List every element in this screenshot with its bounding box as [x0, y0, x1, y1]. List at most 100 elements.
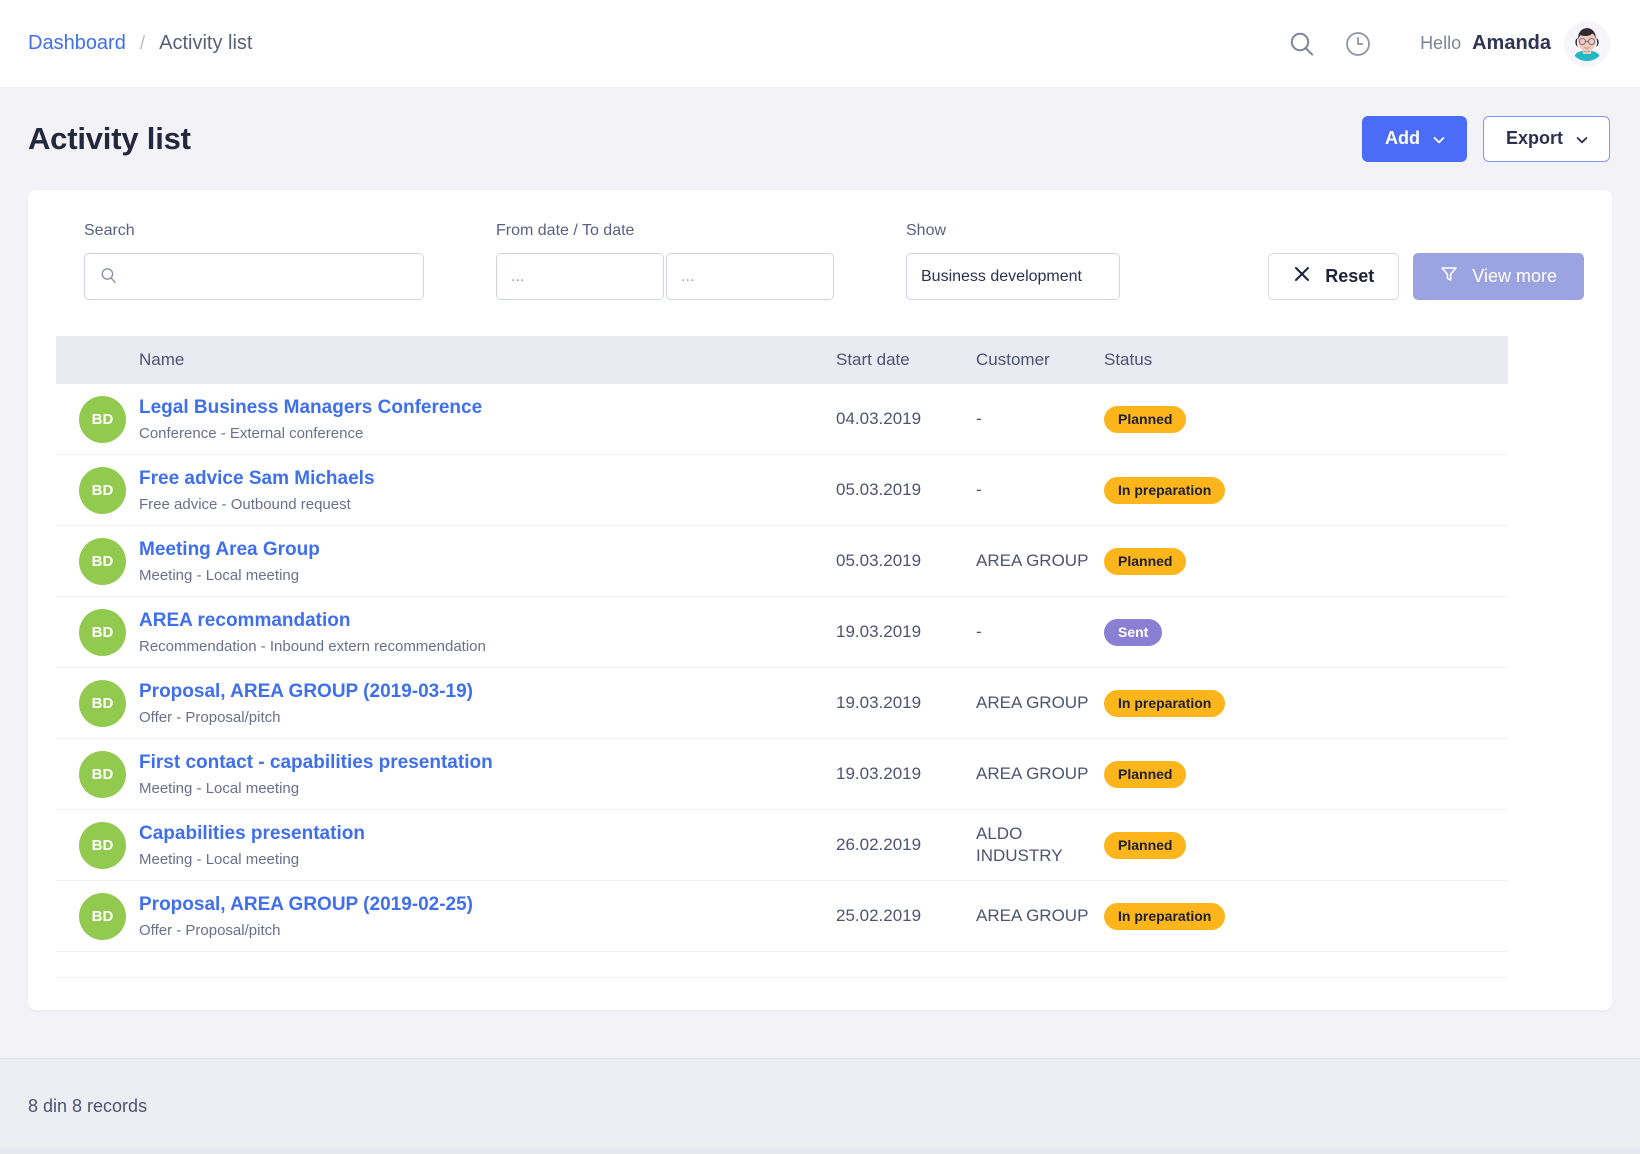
filter-icon	[1440, 265, 1458, 288]
row-name-cell: Proposal, AREA GROUP (2019-02-25) Offer -…	[139, 893, 836, 940]
activity-subtitle: Free advice - Outbound request	[139, 496, 351, 514]
row-status-cell: Planned	[1104, 405, 1508, 433]
activity-type-avatar: BD	[79, 821, 126, 869]
date-filter-group: From date / To date	[496, 222, 834, 300]
activity-name-link[interactable]: AREA recommandation	[139, 609, 836, 633]
breadcrumb-separator: /	[139, 33, 146, 54]
row-avatar-cell: BD	[56, 395, 139, 443]
activity-subtitle: Meeting - Local meeting	[139, 567, 300, 585]
table-row[interactable]: BD Legal Business Managers Conference Conf…	[56, 384, 1508, 455]
status-badge: In preparation	[1104, 902, 1226, 930]
table-row[interactable]: BD Proposal, AREA GROUP (2019-03-19) Offer…	[56, 668, 1508, 739]
row-status-cell: In preparation	[1104, 902, 1508, 930]
breadcrumb-dashboard-link[interactable]: Dashboard	[28, 32, 126, 55]
activity-start-date: 26.02.2019	[836, 835, 922, 854]
activity-customer: ALDO INDUSTRY	[976, 824, 1063, 865]
activity-table: Name Start date Customer Status BD Legal …	[56, 336, 1508, 978]
activity-subtitle: Conference - External conference	[139, 425, 364, 443]
reset-button-label: Reset	[1325, 266, 1375, 286]
activity-start-date: 05.03.2019	[836, 480, 922, 499]
add-button[interactable]: Add	[1361, 115, 1467, 162]
user-greeting[interactable]: Hello Amanda	[1420, 32, 1551, 55]
status-badge: Sent	[1104, 618, 1163, 646]
close-icon	[1293, 265, 1311, 288]
date-range-inputs	[496, 253, 834, 300]
activity-subtitle: Recommendation - Inbound extern recommen…	[139, 638, 486, 656]
chevron-down-icon	[1575, 131, 1588, 143]
activity-type-avatar: BD	[79, 537, 126, 585]
row-name-cell: First contact - capabilities presentatio…	[139, 751, 836, 798]
greeting-label: Hello	[1420, 33, 1462, 53]
activity-start-date: 19.03.2019	[836, 693, 922, 712]
view-more-button[interactable]: View more	[1413, 253, 1584, 300]
row-status-cell: In preparation	[1104, 476, 1508, 504]
activity-start-date: 05.03.2019	[836, 551, 922, 570]
top-bar-actions: Hello Amanda	[1274, 16, 1610, 72]
activity-name-link[interactable]: Capabilities presentation	[139, 822, 836, 846]
activity-name-link[interactable]: Legal Business Managers Conference	[139, 396, 836, 420]
from-date-input[interactable]	[496, 253, 664, 300]
table-row[interactable]: BD Meeting Area Group Meeting - Local meet…	[56, 526, 1508, 597]
row-avatar-cell: BD	[56, 608, 139, 656]
filter-action-buttons: Reset View more	[1268, 253, 1584, 300]
row-status-cell: In preparation	[1104, 689, 1508, 717]
activity-list-card: Search From date / To date ... ... Show …	[28, 190, 1612, 1010]
activity-subtitle: Meeting - Local meeting	[139, 851, 300, 869]
activity-name-link[interactable]: Free advice Sam Michaels	[139, 467, 836, 491]
search-filter-group: Search	[84, 222, 424, 300]
status-badge: Planned	[1104, 760, 1187, 788]
row-avatar-cell: BD	[56, 892, 139, 940]
row-status-cell: Planned	[1104, 760, 1508, 788]
user-name: Amanda	[1472, 32, 1551, 54]
reset-button[interactable]: Reset	[1268, 253, 1400, 300]
show-select[interactable]	[906, 253, 1120, 300]
table-row[interactable]: BD Capabilities presentation Meeting - Loc…	[56, 810, 1508, 881]
export-button[interactable]: Export	[1482, 115, 1610, 162]
table-header-row: Name Start date Customer Status	[56, 336, 1508, 384]
activity-name-link[interactable]: Proposal, AREA GROUP (2019-02-25)	[139, 893, 836, 917]
activity-name-link[interactable]: Proposal, AREA GROUP (2019-03-19)	[139, 680, 836, 704]
row-name-cell: Free advice Sam Michaels Free advice - Ou…	[139, 467, 836, 514]
search-input[interactable]	[84, 253, 424, 300]
column-customer: Customer	[976, 350, 1050, 369]
breadcrumb-current: Activity list	[159, 32, 253, 54]
activity-start-date: 04.03.2019	[836, 409, 922, 428]
user-avatar-icon	[1564, 20, 1610, 67]
row-status-cell: Planned	[1104, 831, 1508, 859]
row-status-cell: Planned	[1104, 547, 1508, 575]
row-avatar-cell: BD	[56, 537, 139, 585]
page-footer: 8 din 8 records	[0, 1058, 1640, 1154]
horizontal-scrollbar[interactable]	[0, 1148, 1640, 1154]
row-name-cell: Capabilities presentation Meeting - Local…	[139, 822, 836, 869]
to-date-input[interactable]	[666, 253, 834, 300]
table-row[interactable]: BD First contact - capabilities presentat…	[56, 739, 1508, 810]
activity-type-avatar: BD	[79, 395, 126, 443]
history-button[interactable]	[1330, 16, 1386, 72]
activity-customer: AREA GROUP	[976, 693, 1089, 713]
search-input-wrapper	[84, 253, 424, 300]
table-row[interactable]: BD Proposal, AREA GROUP (2019-02-25) Offer…	[56, 881, 1508, 952]
table-row[interactable]: BD Free advice Sam Michaels Free advice - …	[56, 455, 1508, 526]
activity-subtitle: Meeting - Local meeting	[139, 780, 300, 798]
table-row[interactable]: BD AREA recommandation Recommendation - In…	[56, 597, 1508, 668]
activity-customer: AREA GROUP	[976, 906, 1089, 926]
activity-start-date: 25.02.2019	[836, 906, 922, 925]
page-header: Activity list Add Export	[0, 87, 1640, 190]
record-count: 8 din 8 records	[28, 1096, 148, 1116]
search-icon	[1290, 32, 1314, 56]
row-name-cell: AREA recommandation Recommendation - Inbo…	[139, 609, 836, 656]
row-avatar-cell: BD	[56, 466, 139, 514]
activity-name-link[interactable]: Meeting Area Group	[139, 538, 836, 562]
clock-icon	[1346, 31, 1370, 56]
activity-start-date: 19.03.2019	[836, 764, 922, 783]
column-start-date: Start date	[836, 350, 910, 369]
activity-customer: AREA GROUP	[976, 764, 1089, 784]
avatar[interactable]	[1564, 20, 1610, 67]
row-name-cell: Proposal, AREA GROUP (2019-03-19) Offer -…	[139, 680, 836, 727]
activity-name-link[interactable]: First contact - capabilities presentatio…	[139, 751, 836, 775]
export-button-label: Export	[1505, 128, 1563, 148]
activity-customer: -	[976, 622, 982, 642]
activity-type-avatar: BD	[79, 466, 126, 514]
add-button-label: Add	[1384, 128, 1420, 148]
search-button[interactable]	[1274, 16, 1330, 72]
